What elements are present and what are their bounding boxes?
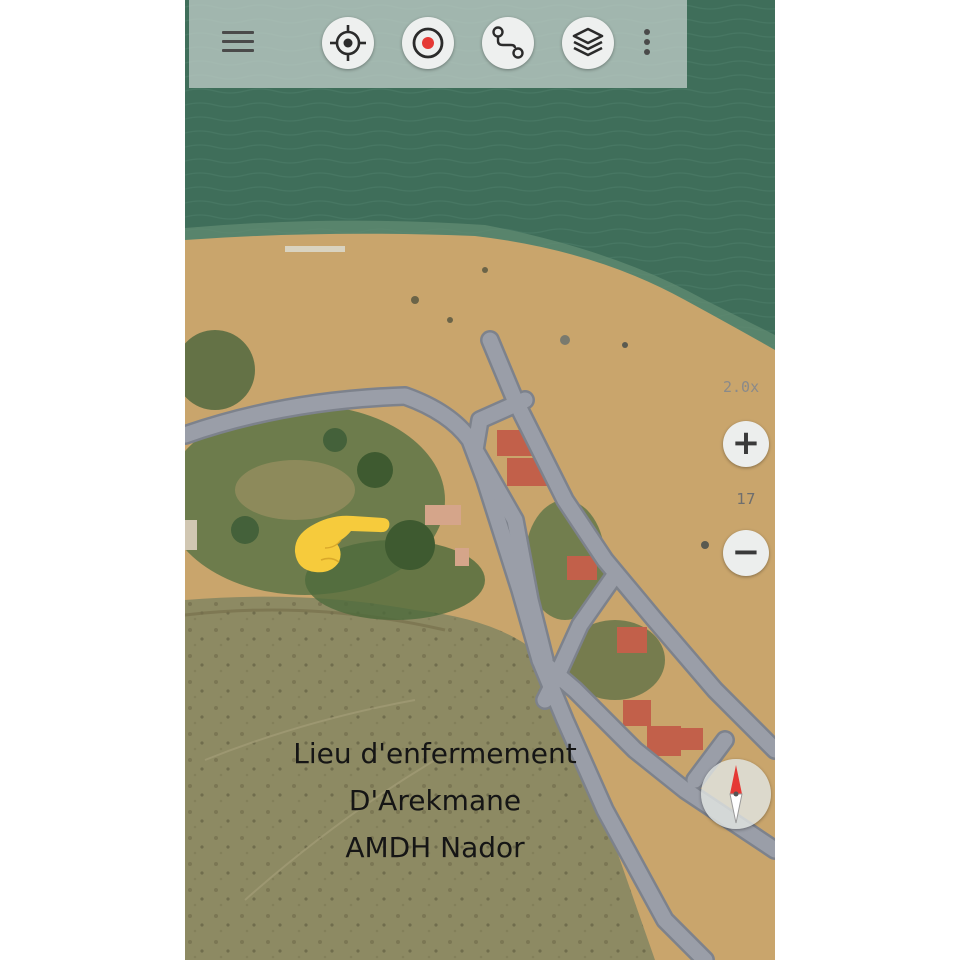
tree (385, 520, 435, 570)
beach-structure (285, 246, 345, 252)
route-icon (492, 26, 524, 59)
zoom-factor-label: 2.0x (723, 378, 760, 396)
layers-button[interactable] (562, 17, 614, 69)
beach-object (622, 342, 628, 348)
menu-line (222, 31, 254, 34)
menu-line (222, 49, 254, 52)
route-button[interactable] (482, 17, 534, 69)
beach-object (560, 335, 570, 345)
building (455, 548, 469, 566)
building (185, 520, 197, 550)
building-roof (567, 556, 597, 580)
top-toolbar (189, 0, 687, 88)
menu-dot (644, 49, 650, 55)
building-roof (677, 728, 703, 750)
caption-line: Lieu d'enfermement (293, 737, 577, 770)
record-track-button[interactable] (402, 17, 454, 69)
caption-line: D'Arekmane (348, 784, 522, 817)
beach-object (482, 267, 488, 273)
beach-object (701, 541, 709, 549)
crosshair-locate-icon (330, 25, 366, 61)
building-roof (617, 627, 647, 653)
compass-button[interactable] (701, 759, 771, 829)
building (425, 505, 461, 525)
menu-dot (644, 39, 650, 45)
caption-line: AMDH Nador (345, 831, 525, 864)
layers-icon (572, 27, 604, 57)
zoom-out-button[interactable]: − (723, 530, 769, 576)
beach-object (411, 296, 419, 304)
menu-dot (644, 29, 650, 35)
compass-icon (729, 765, 743, 824)
tree (357, 452, 393, 488)
more-vertical-icon[interactable] (641, 28, 653, 58)
menu-line (222, 40, 254, 43)
tree (323, 428, 347, 452)
record-track-icon (412, 27, 444, 59)
zoom-in-button[interactable]: + (723, 421, 769, 467)
map-app: 2.0x + 17 − Lieu d'enfermement D'Arekman… (185, 0, 775, 960)
tree (231, 516, 259, 544)
hamburger-menu-icon[interactable] (222, 30, 254, 54)
building-roof (623, 700, 651, 726)
zoom-level-label: 17 (736, 490, 756, 508)
pointing-hand-icon (294, 515, 390, 573)
beach-object (447, 317, 453, 323)
locate-button[interactable] (322, 17, 374, 69)
